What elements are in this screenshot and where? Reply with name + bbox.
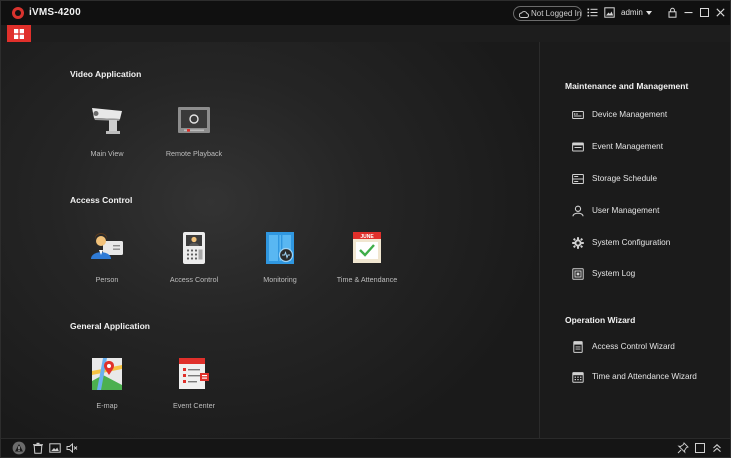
menu-label: User Management xyxy=(592,206,660,215)
menu-time-attendance-wizard[interactable]: Time and Attendance Wizard xyxy=(572,370,722,384)
app-window: iVMS-4200 Not Logged In admin Video Appl… xyxy=(0,0,731,458)
playback-icon xyxy=(178,107,210,133)
user-icon xyxy=(572,205,584,217)
management-panel: Maintenance and Management Device Manage… xyxy=(539,42,730,438)
map-pin-icon xyxy=(92,358,122,390)
lock-icon[interactable] xyxy=(667,7,678,18)
menu-event-management[interactable]: Event Management xyxy=(572,140,722,154)
speaker-mute-icon[interactable] xyxy=(66,442,78,454)
menu-system-configuration[interactable]: System Configuration xyxy=(572,236,722,250)
storage-icon xyxy=(572,174,584,184)
calendar-check-icon: JUNE xyxy=(353,232,381,263)
trash-icon[interactable] xyxy=(32,442,44,454)
task-list-icon[interactable] xyxy=(587,7,598,18)
tile-main-view[interactable]: Main View xyxy=(62,105,152,175)
event-icon xyxy=(572,142,584,152)
tile-label: Main View xyxy=(90,149,124,158)
app-title: iVMS-4200 xyxy=(29,7,81,18)
title-bar: iVMS-4200 Not Logged In admin xyxy=(1,1,730,25)
grid-icon xyxy=(14,29,24,39)
log-icon xyxy=(572,268,584,280)
section-title-video: Video Application xyxy=(70,69,142,79)
menu-user-management[interactable]: User Management xyxy=(572,204,722,218)
maximize-icon[interactable] xyxy=(699,7,710,18)
gear-icon xyxy=(572,237,584,249)
tile-time-attendance[interactable]: JUNE Time & Attendance xyxy=(322,231,412,301)
double-chevron-up-icon[interactable] xyxy=(711,442,723,454)
access-terminal-icon xyxy=(183,232,205,264)
hikvision-logo-icon xyxy=(12,7,24,19)
menu-system-log[interactable]: System Log xyxy=(572,267,722,281)
tile-label: Monitoring xyxy=(263,275,297,284)
tile-label: Time & Attendance xyxy=(336,275,398,284)
cloud-icon xyxy=(519,11,529,18)
tile-monitoring[interactable]: Monitoring xyxy=(235,231,325,301)
menu-label: Device Management xyxy=(592,110,668,119)
module-launcher: Video Application Main View Remote Playb… xyxy=(1,42,539,438)
login-status-button[interactable]: Not Logged In xyxy=(513,6,582,21)
person-card-icon xyxy=(91,233,123,259)
device-icon xyxy=(572,111,584,119)
minimize-icon[interactable] xyxy=(683,7,694,18)
menu-label: Time and Attendance Wizard xyxy=(592,372,697,381)
alarm-warning-icon[interactable] xyxy=(12,441,26,455)
tile-person[interactable]: Person xyxy=(62,231,152,301)
event-list-icon xyxy=(179,358,209,389)
menu-access-control-wizard[interactable]: Access Control Wizard xyxy=(572,340,722,354)
user-menu-label[interactable]: admin xyxy=(621,8,643,17)
maintenance-title: Maintenance and Management xyxy=(565,81,689,91)
restore-window-icon[interactable] xyxy=(694,442,706,454)
tile-access-control[interactable]: Access Control xyxy=(149,231,239,301)
camera-icon xyxy=(92,108,122,134)
tile-e-map[interactable]: E-map xyxy=(62,357,152,427)
wizard-title: Operation Wizard xyxy=(565,315,636,325)
calendar-month-label: JUNE xyxy=(360,234,374,240)
wizard-calendar-icon xyxy=(572,372,584,383)
pin-icon[interactable] xyxy=(677,442,689,454)
tile-label: Person xyxy=(95,275,119,284)
control-panel-tab[interactable] xyxy=(7,25,31,42)
status-bar xyxy=(1,438,730,457)
menu-device-management[interactable]: Device Management xyxy=(572,108,722,122)
menu-label: System Configuration xyxy=(592,238,671,247)
menu-label: Storage Schedule xyxy=(592,174,658,183)
tile-label: Remote Playback xyxy=(165,149,223,158)
login-status-text: Not Logged In xyxy=(531,9,582,18)
tile-event-center[interactable]: Event Center xyxy=(149,357,239,427)
section-title-access: Access Control xyxy=(70,195,133,205)
tile-label: Access Control xyxy=(169,275,219,284)
tile-label: Event Center xyxy=(173,401,215,410)
picture-icon[interactable] xyxy=(49,442,61,454)
close-icon[interactable] xyxy=(715,7,726,18)
section-title-general: General Application xyxy=(70,321,150,331)
menu-label: Access Control Wizard xyxy=(592,342,675,351)
menu-label: Event Management xyxy=(592,142,664,151)
tile-remote-playback[interactable]: Remote Playback xyxy=(149,105,239,175)
chevron-down-icon[interactable] xyxy=(646,11,652,15)
image-view-icon[interactable] xyxy=(604,7,615,18)
menu-storage-schedule[interactable]: Storage Schedule xyxy=(572,172,722,186)
tile-label: E-map xyxy=(96,401,118,410)
wizard-doc-icon xyxy=(573,341,583,353)
monitoring-door-icon xyxy=(266,232,294,264)
menu-label: System Log xyxy=(592,269,636,278)
